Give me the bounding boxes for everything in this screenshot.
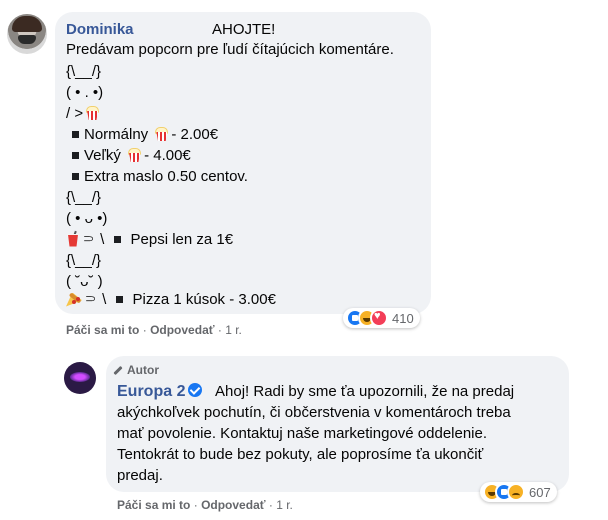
- love-reaction-icon: [370, 309, 388, 327]
- bullet-square-icon: [72, 130, 79, 138]
- bullet-square-icon: [114, 235, 122, 243]
- pizza-icon: [66, 291, 82, 307]
- timestamp-link[interactable]: 1 r.: [276, 498, 293, 512]
- pizza-offer: Pizza 1 kúsok - 3.00€: [132, 291, 276, 308]
- ascii-art-line: / >: [66, 104, 102, 124]
- separator: ·: [193, 498, 198, 512]
- avatar-dominika[interactable]: [7, 14, 47, 54]
- drink-offer: Pepsi len za 1€: [130, 231, 234, 248]
- separator: ·: [268, 498, 273, 512]
- menu-item-label: Veľký: [84, 147, 121, 164]
- pizza-line: ⸧ \ Pizza 1 kúsok - 3.00€: [66, 290, 276, 310]
- avatar-europa2[interactable]: [64, 362, 96, 394]
- verified-badge-icon: [188, 383, 203, 398]
- ascii-art-line: ( • . •): [66, 84, 104, 101]
- reply-author-name[interactable]: Europa 2: [117, 383, 185, 400]
- reply-actions: Páči sa mi to · Odpovedať · 1 r.: [117, 498, 293, 512]
- ascii-art-line: {\__/}: [66, 63, 102, 80]
- reactions-summary[interactable]: 410: [343, 308, 420, 328]
- reaction-count: 607: [529, 484, 551, 500]
- menu-item-price: - 4.00€: [144, 147, 191, 164]
- ascii-art-hand: / >: [66, 105, 84, 122]
- bullet-square-icon: [116, 295, 124, 303]
- menu-item-price: - 2.00€: [171, 126, 219, 143]
- popcorn-icon: [127, 147, 142, 163]
- comment-author[interactable]: Dominika: [66, 21, 134, 38]
- menu-item: Extra maslo 0.50 centov.: [66, 167, 248, 187]
- reply-text-line: Ahoj! Radi by sme ťa upozornili, že na p…: [215, 383, 515, 400]
- reply-text-line: Tentokrát to bude bez pokuty, ale popros…: [117, 446, 484, 463]
- timestamp-link[interactable]: 1 r.: [225, 323, 242, 337]
- author-badge: Autor: [113, 363, 159, 377]
- separator: ·: [142, 323, 147, 337]
- like-link[interactable]: Páči sa mi to: [66, 323, 139, 337]
- comment-greeting: AHOJTE!: [212, 21, 276, 38]
- ascii-art-line: ( ˘ᴗ˘ ): [66, 273, 103, 290]
- menu-item: Normálny - 2.00€: [66, 125, 218, 145]
- author-badge-label: Autor: [127, 363, 159, 377]
- reply-text-line: akýchkoľvek pochutín, či občerstvenia v …: [117, 404, 511, 421]
- comment-actions: Páči sa mi to · Odpovedať · 1 r.: [66, 323, 242, 337]
- ascii-art-hand: ⸧ \: [81, 231, 105, 248]
- reply-text-line: mať povolenie. Kontaktuj naše marketingo…: [117, 425, 488, 442]
- bullet-square-icon: [72, 151, 79, 159]
- avatar-mask: [18, 35, 36, 44]
- popcorn-icon: [85, 105, 100, 121]
- pencil-icon: [113, 366, 123, 376]
- menu-item-label: Extra maslo 0.50 centov.: [84, 168, 248, 185]
- reply-author[interactable]: Europa 2: [117, 383, 206, 401]
- ascii-art-line: ( • ᴗ •): [66, 210, 108, 227]
- sad-reaction-icon: [507, 483, 525, 501]
- ascii-art-line: {\__/}: [66, 252, 102, 269]
- menu-item-label: Normálny: [84, 126, 149, 143]
- comment-intro: Predávam popcorn pre ľudí čítajúcich kom…: [66, 41, 394, 58]
- avatar-hair: [12, 16, 42, 32]
- reply-text-line: predaj.: [117, 467, 163, 484]
- drink-line: ⸧ \ Pepsi len za 1€: [66, 230, 233, 250]
- menu-item: Veľký - 4.00€: [66, 146, 191, 166]
- ascii-art-line: {\__/}: [66, 189, 102, 206]
- reply-link[interactable]: Odpovedať: [150, 323, 214, 337]
- ascii-art-hand: ⸧ \: [83, 291, 107, 308]
- reply-link[interactable]: Odpovedať: [201, 498, 265, 512]
- drink-cup-icon: [66, 230, 80, 247]
- reactions-summary[interactable]: 607: [480, 482, 557, 502]
- separator: ·: [217, 323, 222, 337]
- bullet-square-icon: [72, 172, 79, 180]
- reaction-count: 410: [392, 310, 414, 326]
- popcorn-icon: [154, 126, 169, 142]
- like-link[interactable]: Páči sa mi to: [117, 498, 190, 512]
- avatar-logo: [70, 372, 90, 382]
